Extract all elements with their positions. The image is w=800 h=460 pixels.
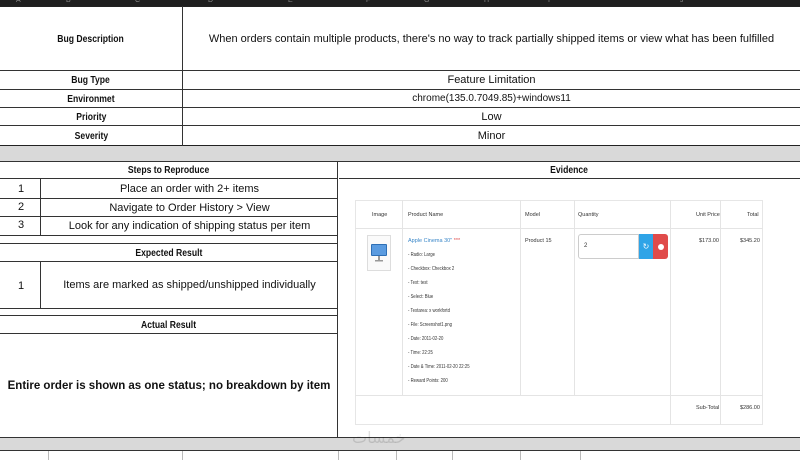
environment-value: chrome(135.0.7049.85)+windows11 [412,93,571,104]
evidence-col-unit-price: Unit Price [696,212,720,218]
column-letter[interactable]: G [424,0,429,4]
step-row[interactable]: Navigate to Order History > View [41,199,338,216]
severity-label-cell[interactable]: Severity [0,126,182,145]
evidence-col-image: Image [372,212,388,218]
product-name-link[interactable]: Apple Cinema 30" *** [408,238,460,244]
line-total: $345.20 [740,238,760,244]
product-option: - Textarea: x workfortd [408,308,450,314]
priority-cell[interactable]: Low [183,108,800,125]
bug-type-value: Feature Limitation [447,74,536,86]
expected-result-cell[interactable]: Items are marked as shipped/unshipped in… [41,262,338,308]
severity-value: Minor [477,129,506,142]
actual-header-cell[interactable]: Actual Result [0,316,338,334]
actual-result-text: Entire order is shown as one status; no … [7,380,331,392]
bug-type-label-cell[interactable]: Bug Type [0,71,182,89]
priority-value: Low [481,110,502,123]
product-option: - Date & Time: 2011-02-20 22:25 [408,364,470,370]
column-letter[interactable]: F [366,0,370,4]
monitor-icon [371,244,387,262]
bug-description-cell[interactable]: When orders contain multiple products, t… [183,7,800,70]
product-name: Apple Cinema 30" [408,238,453,244]
steps-header-cell[interactable]: Steps to Reproduce [0,162,338,179]
priority-label-cell[interactable]: Priority [0,108,182,125]
remove-button[interactable] [653,234,668,259]
expected-header-cell[interactable]: Expected Result [0,244,338,262]
bug-description-label-cell[interactable]: Bug Description [0,7,182,70]
step-number: 2 [18,201,25,213]
step-text: Place an order with 2+ items [119,182,260,195]
product-model: Product 15 [525,238,552,244]
column-letter[interactable]: I [548,0,550,4]
quantity-input[interactable]: 2 [578,234,639,259]
step-row[interactable]: Place an order with 2+ items [41,179,338,198]
evidence-col-quantity: Quantity [578,212,599,218]
actual-result-cell[interactable]: Entire order is shown as one status; no … [0,335,338,437]
refresh-button[interactable]: ↻ [639,234,653,259]
product-option: - Select: Blue [408,294,434,300]
column-letter[interactable]: J [680,0,684,4]
bug-description-label: Bug Description [57,32,125,45]
column-letter[interactable]: H [484,0,489,4]
product-option: - Date: 2011-02-20 [408,336,444,342]
severity-cell[interactable]: Minor [183,126,800,145]
column-letter[interactable]: C [135,0,140,4]
evidence-col-product: Product Name [408,212,444,218]
empty-row [0,451,800,460]
watermark: خمسات [352,428,406,447]
step-text: Look for any indication of shipping stat… [68,220,311,232]
environment-label-cell[interactable]: Environmet [0,90,182,107]
product-thumbnail[interactable] [367,235,391,271]
column-letter[interactable]: A [16,0,21,4]
severity-label: Severity [74,129,108,142]
subtotal-label: Sub-Total [696,405,720,411]
product-option: - Radio: Large [408,252,435,258]
column-letter[interactable]: D [208,0,213,4]
evidence-col-model: Model [525,212,540,218]
actual-header: Actual Result [141,318,197,331]
evidence-header: Evidence [550,164,589,176]
bug-type-cell[interactable]: Feature Limitation [183,71,800,89]
product-option: - File: Screenshot1.png [408,322,452,328]
separator-row [0,146,800,162]
expected-result-text: Items are marked as shipped/unshipped in… [63,279,316,291]
step-number: 1 [18,183,25,195]
product-option: - Time: 22:25 [408,350,433,356]
quantity-value: 2 [584,243,588,249]
unit-price: $173.00 [699,238,719,244]
environment-cell[interactable]: chrome(135.0.7049.85)+windows11 [183,90,800,107]
expected-number: 1 [18,280,25,292]
bug-description-text: When orders contain multiple products, t… [208,32,775,45]
product-option: - Checkbox: Checkbox 2 [408,266,455,272]
step-number: 3 [18,219,25,231]
product-mark: *** [453,238,461,244]
steps-header: Steps to Reproduce [128,164,210,176]
product-option: - Text: test [408,280,428,286]
priority-label: Priority [75,110,107,123]
environment-label: Environmet [67,92,115,105]
evidence-col-total: Total [747,212,759,218]
subtotal-value: $286.00 [740,405,760,411]
column-letter[interactable]: B [66,0,71,4]
bug-type-label: Bug Type [71,74,111,86]
expected-header: Expected Result [135,246,203,259]
evidence-header-cell[interactable]: Evidence [339,162,800,179]
step-text: Navigate to Order History > View [109,201,270,214]
refresh-icon: ↻ [642,242,650,251]
column-letter[interactable]: E [288,0,293,4]
remove-icon [657,243,664,250]
step-row[interactable]: Look for any indication of shipping stat… [41,217,338,235]
product-option: - Reward Points: 200 [408,378,448,384]
